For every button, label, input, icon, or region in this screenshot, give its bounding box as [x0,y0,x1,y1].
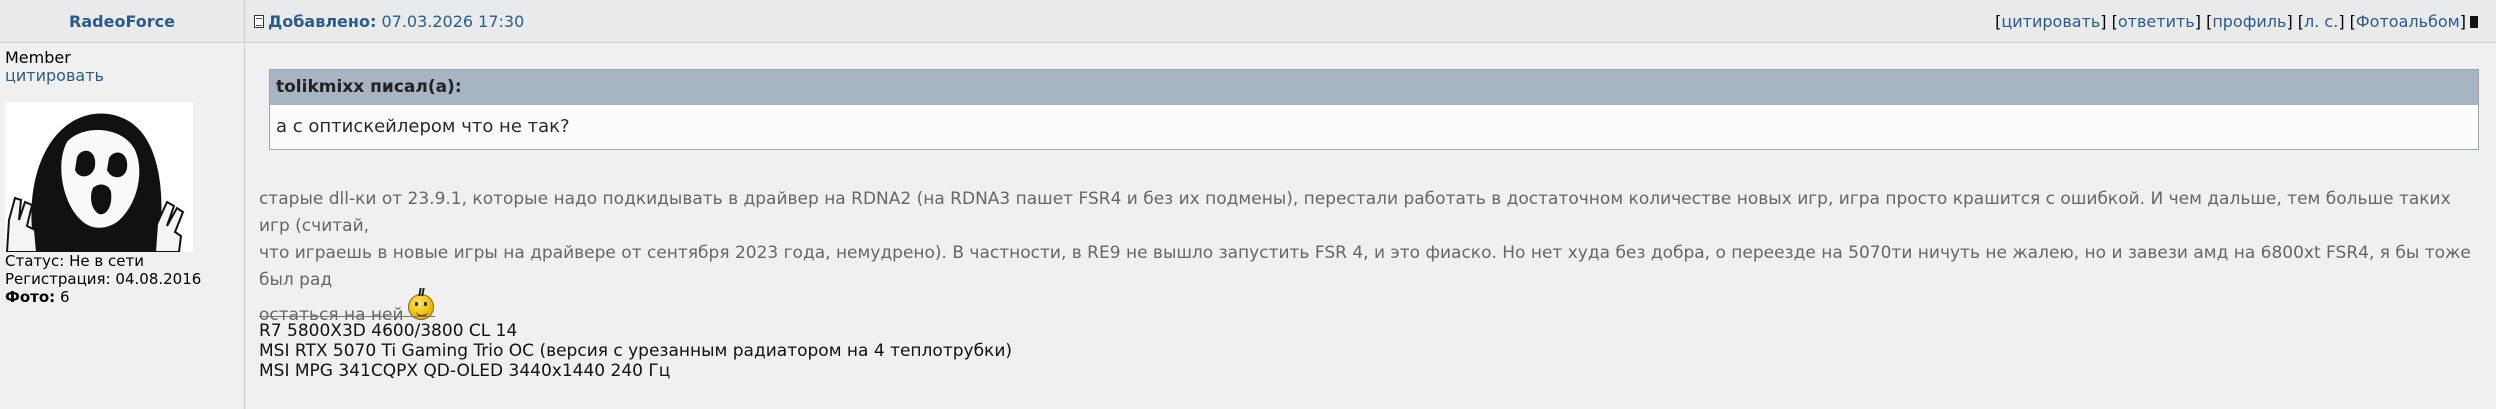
signature-line: MSI MPG 341CQPX QD-OLED 3440x1440 240 Гц [259,361,671,381]
status-label: Статус: [5,252,65,270]
photos-label: Фото: [5,288,56,306]
post-header: RadeoForce Добавлено: 07.03.2026 17:30 [… [0,0,2496,43]
author-name[interactable]: RadeoForce [0,0,245,43]
signature: R7 5800X3D 4600/3800 CL 14 MSI RTX 5070 … [259,316,2484,381]
user-photos: Фото: 6 [5,288,244,306]
action-pm[interactable]: л. с. [2304,12,2338,31]
post-actions: [цитировать] [ответить] [профиль] [л. с.… [1995,0,2478,43]
message-body: старые dll-ки от 23.9.1, которые надо по… [259,186,2484,329]
user-rank: Member [5,48,71,67]
signature-divider [259,316,435,317]
user-info: Статус: Не в сети Регистрация: 04.08.201… [5,252,244,306]
quote-text: а с оптискейлером что не так? [270,105,2478,149]
bookmark-icon [2470,16,2478,28]
forum-post: RadeoForce Добавлено: 07.03.2026 17:30 [… [0,0,2496,409]
signature-line: MSI RTX 5070 Ti Gaming Trio OC (версия с… [259,341,1013,361]
added-date: 07.03.2026 17:30 [381,12,525,31]
post-date: Добавлено: 07.03.2026 17:30 [254,0,524,43]
ghostface-avatar-icon [5,102,193,252]
quote-author: tolikmixx писал(а): [270,70,2478,105]
signature-line: R7 5800X3D 4600/3800 CL 14 [259,321,518,341]
message-line: старые dll-ки от 23.9.1, которые надо по… [259,189,2451,236]
sidebar-quote-link[interactable]: цитировать [5,67,244,85]
registration-value: 04.08.2016 [115,270,202,288]
post-content: tolikmixx писал(а): а с оптискейлером чт… [259,44,2484,409]
user-registration: Регистрация: 04.08.2016 [5,270,244,288]
action-reply[interactable]: ответить [2118,12,2195,31]
post-link-icon[interactable] [254,15,264,28]
photos-value[interactable]: 6 [60,288,70,306]
added-label: Добавлено: [268,12,377,31]
user-status: Статус: Не в сети [5,252,244,270]
action-quote[interactable]: цитировать [2001,12,2100,31]
registration-label: Регистрация: [5,270,111,288]
action-photoalbum[interactable]: Фотоальбом [2356,12,2460,31]
avatar[interactable] [5,102,193,252]
author-sidebar: Member цитировать Статус: Не в сети Реги… [0,44,245,409]
action-profile[interactable]: профиль [2212,12,2286,31]
status-value: Не в сети [69,252,144,270]
message-line: что играешь в новые игры на драйвере от … [259,243,2471,290]
quote-block: tolikmixx писал(а): а с оптискейлером чт… [269,69,2479,150]
